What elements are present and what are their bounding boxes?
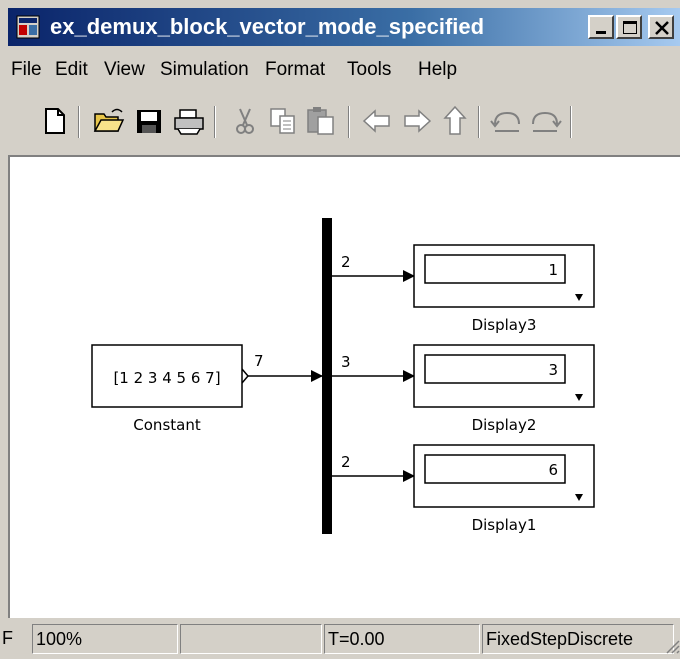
- output-signal-width-2: 3: [341, 353, 351, 371]
- menu-help[interactable]: Help: [418, 59, 457, 81]
- display3-label[interactable]: Display3: [472, 316, 537, 334]
- display3-value: 1: [548, 261, 558, 279]
- forward-button[interactable]: [400, 104, 434, 138]
- status-left: F: [2, 628, 13, 648]
- status-zoom: 100%: [32, 624, 178, 654]
- open-button[interactable]: [92, 104, 126, 138]
- maximize-icon: [623, 21, 637, 34]
- status-bar: F 100% T=0.00 FixedStepDiscrete: [2, 620, 680, 659]
- status-solver: FixedStepDiscrete: [482, 624, 674, 654]
- title-bar[interactable]: ex_demux_block_vector_mode_specified: [8, 8, 680, 46]
- paste-icon: [307, 107, 334, 135]
- save-button[interactable]: [132, 104, 166, 138]
- toolbar-separator: [78, 106, 80, 138]
- save-icon: [137, 110, 161, 133]
- constant-value: [1 2 3 4 5 6 7]: [113, 369, 220, 387]
- constant-block[interactable]: [1 2 3 4 5 6 7]: [91, 344, 249, 408]
- new-button[interactable]: [38, 104, 72, 138]
- menu-simulation[interactable]: Simulation: [160, 59, 249, 81]
- cut-icon: [236, 108, 254, 134]
- toolbar-separator: [570, 106, 572, 138]
- display3-block[interactable]: 1: [413, 244, 595, 308]
- display1-value: 6: [548, 461, 558, 479]
- paste-button[interactable]: [304, 104, 338, 138]
- open-icon: [93, 108, 125, 132]
- status-time: T=0.00: [324, 624, 480, 654]
- copy-icon: [270, 108, 295, 134]
- back-icon: [362, 109, 390, 133]
- new-icon: [45, 108, 65, 134]
- model-window: ex_demux_block_vector_mode_specified Fil…: [0, 0, 680, 659]
- output-signal-width-3: 2: [341, 453, 351, 471]
- demux-block[interactable]: [322, 218, 332, 534]
- status-blank: [180, 624, 322, 654]
- close-button[interactable]: [648, 15, 674, 39]
- display1-label[interactable]: Display1: [472, 516, 537, 534]
- model-canvas[interactable]: [1 2 3 4 5 6 7] Constant 7 2 3 2 1 Displ…: [8, 155, 680, 618]
- window-title: ex_demux_block_vector_mode_specified: [50, 14, 485, 39]
- up-button[interactable]: [438, 104, 472, 138]
- minimize-icon: [596, 31, 606, 34]
- menu-view[interactable]: View: [104, 59, 145, 81]
- display2-value: 3: [548, 361, 558, 379]
- maximize-button[interactable]: [616, 15, 642, 39]
- print-button[interactable]: [172, 104, 206, 138]
- menu-file[interactable]: File: [11, 59, 42, 81]
- output-signal-width-1: 2: [341, 253, 351, 271]
- cut-button[interactable]: [228, 104, 262, 138]
- menu-tools[interactable]: Tools: [347, 59, 391, 81]
- back-button[interactable]: [360, 104, 394, 138]
- simulink-app-icon: [16, 15, 40, 39]
- redo-button[interactable]: [528, 104, 562, 138]
- menu-bar: File Edit View Simulation Format Tools H…: [8, 50, 680, 90]
- undo-button[interactable]: [490, 104, 524, 138]
- redo-icon: [532, 111, 562, 132]
- toolbar-separator: [214, 106, 216, 138]
- toolbar-separator: [348, 106, 350, 138]
- undo-icon: [490, 111, 520, 132]
- up-icon: [443, 105, 467, 135]
- toolbar-separator: [478, 106, 480, 138]
- toolbar: [8, 94, 680, 152]
- display2-label[interactable]: Display2: [472, 416, 537, 434]
- constant-label[interactable]: Constant: [133, 416, 201, 434]
- menu-format[interactable]: Format: [265, 59, 325, 81]
- minimize-button[interactable]: [588, 15, 614, 39]
- forward-icon: [404, 109, 432, 133]
- input-signal-width: 7: [254, 352, 264, 370]
- print-icon: [174, 109, 204, 135]
- copy-button[interactable]: [266, 104, 300, 138]
- constant-output-port: [241, 368, 249, 384]
- display1-block[interactable]: 6: [413, 444, 595, 508]
- close-icon: [655, 21, 669, 35]
- block-diagram: [1 2 3 4 5 6 7] Constant 7 2 3 2 1 Displ…: [91, 218, 595, 534]
- menu-edit[interactable]: Edit: [55, 59, 88, 81]
- display2-block[interactable]: 3: [413, 344, 595, 408]
- resize-grip-icon[interactable]: [664, 638, 680, 654]
